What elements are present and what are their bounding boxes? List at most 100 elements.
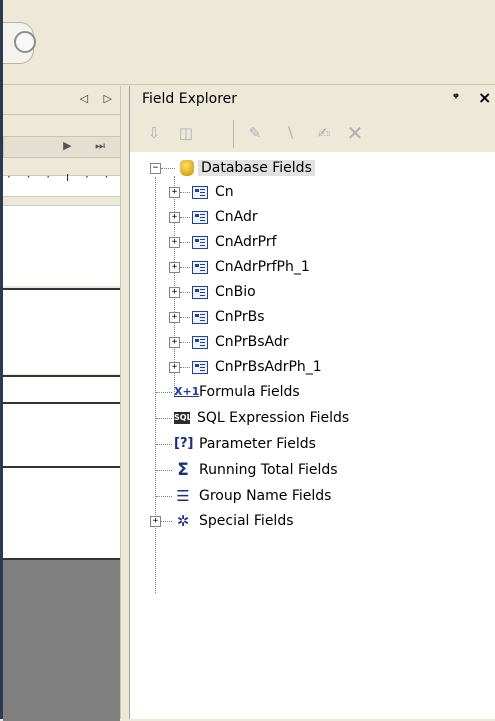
- expand-toggle[interactable]: +: [169, 337, 180, 348]
- table-label: Cn: [215, 184, 234, 200]
- new-icon[interactable]: ✎: [245, 123, 265, 143]
- insert-to-report-icon[interactable]: ⇩: [144, 123, 164, 143]
- tree-line: [161, 168, 175, 169]
- table-label: CnBio: [215, 284, 256, 300]
- expand-toggle[interactable]: +: [169, 262, 180, 273]
- panel-title: Field Explorer: [142, 91, 238, 107]
- table-node[interactable]: CnAdr: [192, 206, 261, 228]
- expand-toggle[interactable]: +: [150, 516, 161, 527]
- tree-line: [180, 317, 190, 318]
- edit-icon[interactable]: ∖: [280, 123, 300, 143]
- field-explorer-panel: Field Explorer ᵠ × ⇩ ◫ ✎ ∖ ✍ ✕ − Databas…: [129, 86, 495, 719]
- tree-node-label: Parameter Fields: [199, 436, 316, 452]
- table-node[interactable]: CnPrBsAdrPh_1: [192, 356, 325, 378]
- table-label: CnPrBs: [215, 309, 265, 325]
- tree-node-special-fields[interactable]: ✲ Special Fields: [174, 510, 297, 532]
- expand-toggle[interactable]: +: [169, 312, 180, 323]
- tree-node-label: Special Fields: [199, 513, 294, 529]
- table-icon: [192, 185, 208, 199]
- report-section-band[interactable]: [3, 205, 120, 286]
- tree-line: [156, 470, 172, 471]
- report-empty-area: [3, 558, 120, 721]
- report-section-band[interactable]: [3, 402, 120, 466]
- tab-scroll-arrows[interactable]: ◁ ▷: [80, 92, 118, 105]
- tree-node-label: Group Name Fields: [199, 488, 332, 504]
- tree-line: [180, 242, 190, 243]
- field-explorer-toolbar: ⇩ ◫ ✎ ∖ ✍ ✕: [130, 114, 495, 153]
- table-label: CnPrBsAdrPh_1: [215, 359, 322, 375]
- tree-line: [155, 177, 156, 593]
- field-tree: − Database Fields + Cn + CnAdr + CnAdrPr…: [130, 152, 495, 719]
- next-last-page-buttons[interactable]: ▶ ⏭: [63, 139, 115, 153]
- tree-line: [180, 342, 190, 343]
- tree-node-label: Formula Fields: [199, 384, 300, 400]
- group-name-icon: ☰: [176, 487, 190, 505]
- table-label: CnAdr: [215, 209, 258, 225]
- tree-node-label: Database Fields: [198, 160, 315, 176]
- tree-line: [156, 496, 172, 497]
- tree-node-group-name-fields[interactable]: ☰ Group Name Fields: [174, 485, 334, 507]
- database-icon: [180, 160, 194, 176]
- tree-line: [180, 192, 190, 193]
- tree-line: [180, 367, 190, 368]
- table-icon: [192, 310, 208, 324]
- special-fields-icon: ✲: [176, 512, 190, 530]
- expand-toggle[interactable]: +: [169, 362, 180, 373]
- table-node[interactable]: CnPrBsAdr: [192, 331, 291, 353]
- expand-toggle[interactable]: +: [169, 237, 180, 248]
- report-section-band[interactable]: [3, 375, 120, 402]
- tree-line: [161, 521, 172, 522]
- tree-node-formula-fields[interactable]: X+1 Formula Fields: [174, 381, 303, 403]
- round-button[interactable]: [0, 22, 36, 64]
- tree-line: [156, 418, 172, 419]
- tree-node-parameter-fields[interactable]: [?] Parameter Fields: [174, 433, 319, 455]
- tree-node-label: SQL Expression Fields: [197, 410, 350, 426]
- field-explorer-header: Field Explorer ᵠ ×: [130, 86, 495, 114]
- table-node[interactable]: CnAdrPrf: [192, 231, 280, 253]
- parameter-icon: [?]: [174, 436, 194, 451]
- tree-line: [156, 392, 172, 393]
- expand-toggle[interactable]: +: [169, 187, 180, 198]
- table-icon: [192, 335, 208, 349]
- expand-toggle[interactable]: +: [169, 212, 180, 223]
- expand-toggle[interactable]: +: [169, 287, 180, 298]
- delete-icon[interactable]: ✕: [345, 123, 365, 143]
- table-icon: [192, 235, 208, 249]
- tree-line: [156, 444, 172, 445]
- browse-data-icon[interactable]: ◫: [176, 123, 196, 143]
- formula-icon: X+1: [174, 385, 200, 398]
- table-label: CnAdrPrf: [215, 234, 277, 250]
- report-section-band[interactable]: [3, 288, 120, 374]
- table-icon: [192, 285, 208, 299]
- tree-line: [180, 217, 190, 218]
- report-section-band[interactable]: [3, 466, 120, 558]
- tree-node-label: Running Total Fields: [199, 462, 338, 478]
- table-icon: [192, 360, 208, 374]
- pane-splitter[interactable]: [120, 86, 129, 719]
- tree-line: [180, 292, 190, 293]
- pin-icon[interactable]: ᵠ: [453, 90, 459, 104]
- rename-icon[interactable]: ✍: [314, 123, 334, 143]
- table-node[interactable]: CnAdrPrfPh_1: [192, 256, 313, 278]
- ruler-ticks: · · · ı · ·: [7, 170, 115, 184]
- table-icon: [192, 260, 208, 274]
- table-node[interactable]: CnPrBs: [192, 306, 268, 328]
- table-node[interactable]: Cn: [192, 181, 237, 203]
- collapse-toggle[interactable]: −: [150, 163, 161, 174]
- close-icon[interactable]: ×: [478, 88, 491, 107]
- tree-node-database-fields[interactable]: Database Fields: [180, 157, 315, 179]
- table-icon: [192, 210, 208, 224]
- tree-node-running-total-fields[interactable]: Σ Running Total Fields: [174, 459, 341, 481]
- toolbar-separator: [233, 120, 234, 148]
- top-toolbar-strip: [0, 0, 495, 85]
- table-label: CnAdrPrfPh_1: [215, 259, 310, 275]
- horizontal-ruler: · · · ı · ·: [3, 170, 120, 197]
- tree-node-sql-expression-fields[interactable]: SQL SQL Expression Fields: [174, 407, 352, 429]
- table-label: CnPrBsAdr: [215, 334, 289, 350]
- page-navigation-bar: ▶ ⏭: [3, 136, 122, 158]
- sql-icon: SQL: [174, 412, 192, 424]
- sigma-icon: Σ: [177, 460, 189, 480]
- tree-line: [180, 267, 190, 268]
- table-node[interactable]: CnBio: [192, 281, 259, 303]
- designer-tab-row: ◁ ▷: [3, 86, 126, 115]
